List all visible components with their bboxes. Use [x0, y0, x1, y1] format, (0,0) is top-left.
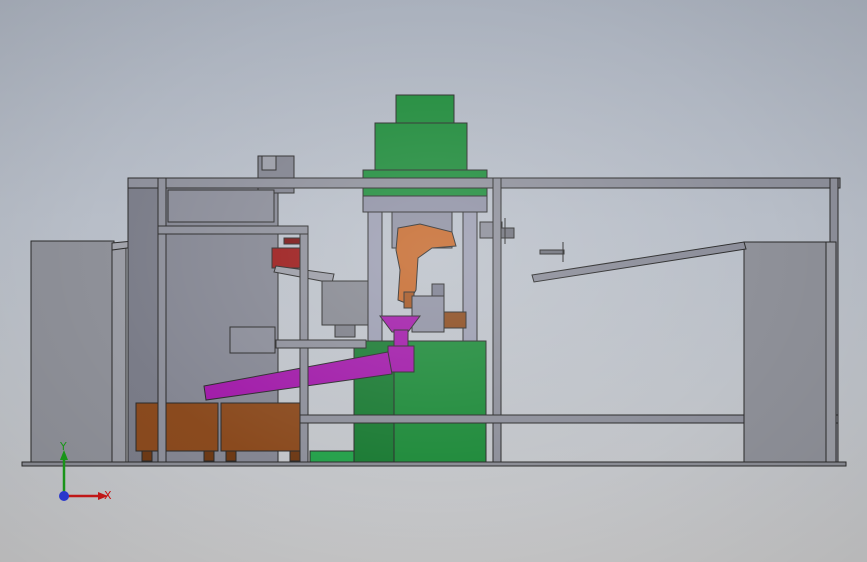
left-cabinet[interactable]	[30, 240, 115, 464]
pallet-left-foot-1	[141, 450, 153, 462]
press-top-cylinder[interactable]	[395, 94, 455, 126]
left-cabinet-side[interactable]	[111, 242, 127, 464]
magenta-elbow[interactable]	[387, 345, 415, 373]
assembly-model[interactable]	[0, 0, 867, 562]
frame-post-1[interactable]	[157, 177, 167, 464]
robot-tooling	[431, 283, 445, 297]
right-clamp-block[interactable]	[443, 311, 467, 329]
frame-inner-rail[interactable]	[157, 225, 309, 235]
press-column-left[interactable]	[367, 211, 383, 345]
y-axis-label: Y	[59, 440, 67, 453]
robot-gripper[interactable]	[411, 295, 445, 333]
cad-viewport[interactable]: Y X	[0, 0, 867, 562]
magenta-hopper-neck	[393, 329, 409, 349]
diagonal-conveyor-rail[interactable]	[531, 241, 747, 283]
side-sensor[interactable]	[499, 227, 515, 239]
back-machine-top-notch	[261, 155, 277, 171]
back-machine-panel	[167, 189, 275, 223]
press-upper-plate[interactable]	[362, 195, 488, 213]
x-axis-label: X	[104, 489, 112, 502]
back-machine-lower-panel	[229, 326, 276, 354]
pallet-right[interactable]	[220, 402, 304, 452]
pallet-left-foot-2	[203, 450, 215, 462]
right-cabinet-side	[825, 241, 837, 464]
right-cabinet[interactable]	[743, 241, 829, 464]
feeder-housing[interactable]	[321, 280, 373, 326]
z-axis-dot-icon	[59, 491, 69, 501]
red-clamp-tab	[283, 237, 303, 245]
pallet-right-foot-2	[289, 450, 301, 462]
press-crown[interactable]	[374, 122, 468, 174]
floor-plate	[21, 461, 847, 467]
red-clamp-part[interactable]	[271, 247, 303, 269]
orientation-triad[interactable]: Y X	[48, 440, 118, 510]
frame-mid-rail[interactable]	[275, 339, 367, 349]
rail-probe	[539, 249, 565, 255]
feeder-bracket	[334, 324, 356, 338]
pallet-left[interactable]	[135, 402, 219, 452]
pallet-right-foot-1	[225, 450, 237, 462]
frame-top-rail[interactable]	[127, 177, 841, 189]
